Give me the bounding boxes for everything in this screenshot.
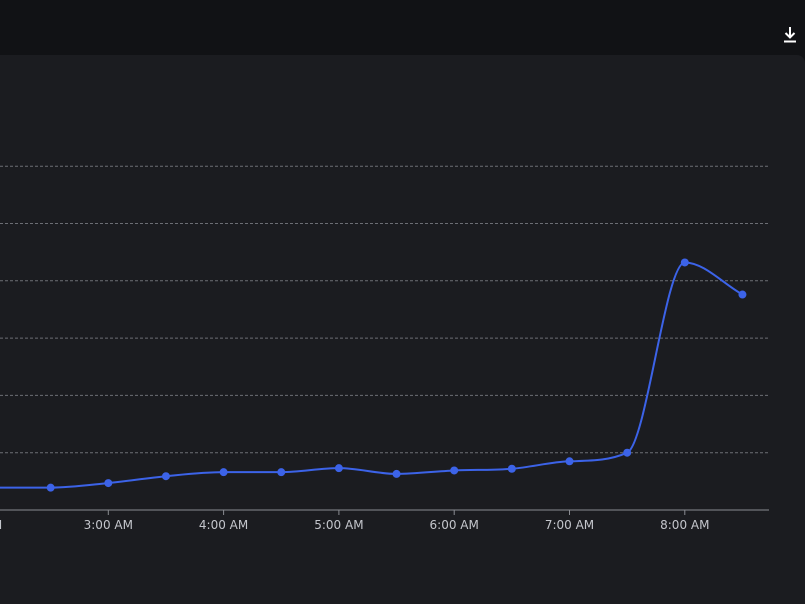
data-point-3[interactable] [104, 479, 113, 488]
data-point-11[interactable] [565, 457, 574, 466]
data-point-8[interactable] [392, 469, 401, 478]
data-point-5[interactable] [219, 468, 228, 477]
data-point-6[interactable] [277, 468, 286, 477]
data-point-9[interactable] [450, 466, 459, 475]
data-point-7[interactable] [334, 464, 343, 473]
data-point-13[interactable] [680, 258, 689, 267]
x-tick-label-3: 5:00 AM [314, 518, 363, 532]
gridlines [0, 165, 769, 454]
x-tick-label-4: 6:00 AM [430, 518, 479, 532]
x-tick-label-6: 8:00 AM [660, 518, 709, 532]
x-axis-tick-labels: AM 3:00 AM 4:00 AM 5:00 AM 6:00 AM 7:00 AM 8:0… [0, 518, 709, 532]
data-point-12[interactable] [623, 448, 632, 457]
series-line [0, 261, 743, 489]
x-tick-label-1: 3:00 AM [84, 518, 133, 532]
x-tick-label-5: 7:00 AM [545, 518, 594, 532]
x-axis-ticks [107, 510, 686, 515]
data-point-2[interactable] [46, 483, 55, 492]
x-tick-label-0: AM [0, 518, 2, 532]
x-tick-label-2: 4:00 AM [199, 518, 248, 532]
data-point-14[interactable] [738, 290, 747, 299]
data-point-4[interactable] [161, 472, 170, 481]
data-point-10[interactable] [507, 464, 516, 473]
line-chart: AM 3:00 AM 4:00 AM 5:00 AM 6:00 AM 7:00 AM 8:0… [0, 165, 769, 532]
data-points [46, 258, 747, 492]
